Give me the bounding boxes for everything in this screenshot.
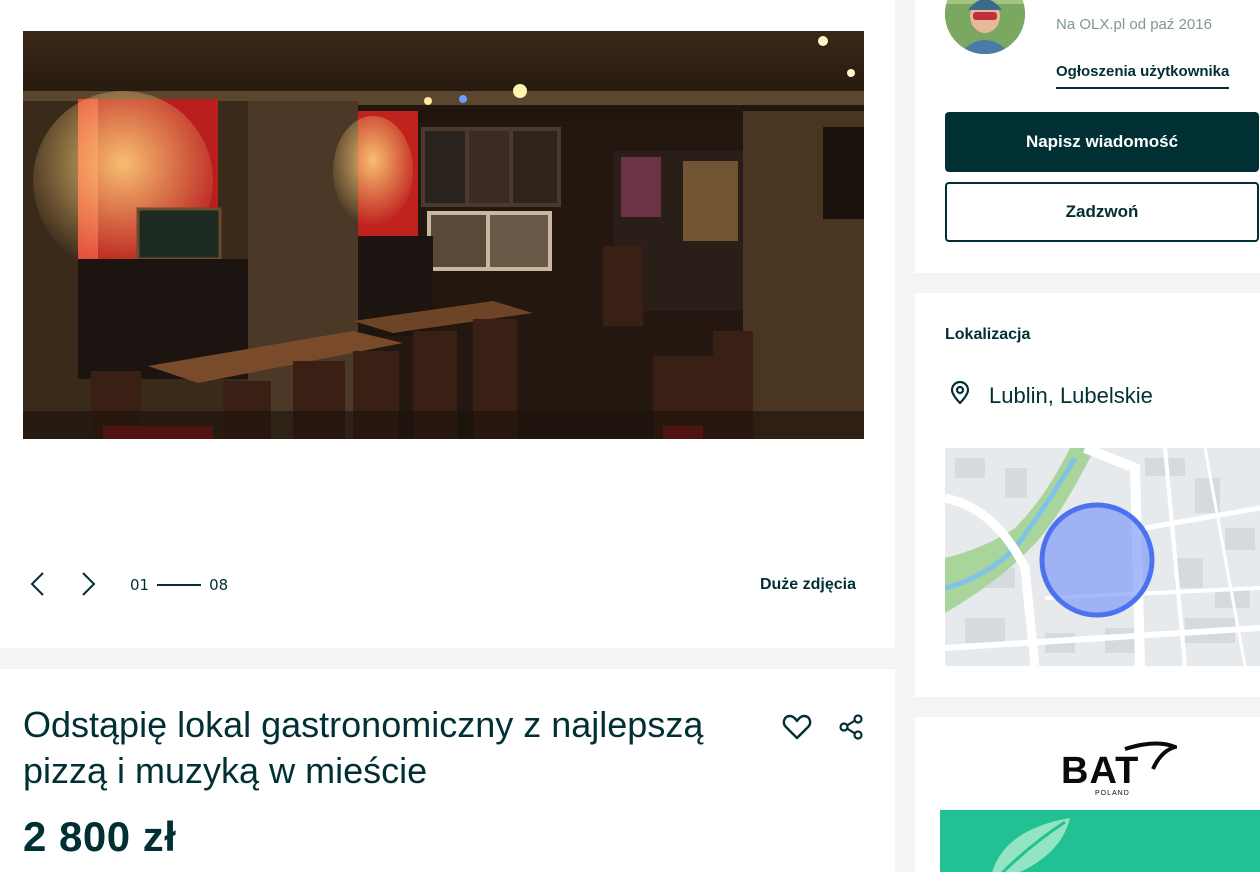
chevron-right-icon[interactable]	[76, 570, 100, 598]
seller-card: Na OLX.pl od paź 2016 Ogłoszenia użytkow…	[915, 0, 1260, 273]
chevron-left-icon[interactable]	[26, 570, 50, 598]
bat-logo: BAT POLAND	[1057, 739, 1181, 804]
location-map[interactable]	[945, 448, 1260, 666]
location-card: Lokalizacja Lublin, Lubelskie	[915, 293, 1260, 697]
location-heading: Lokalizacja	[945, 326, 1031, 343]
svg-text:POLAND: POLAND	[1095, 790, 1130, 797]
advertisement-card[interactable]: BAT POLAND	[915, 717, 1260, 872]
photo-counter: 01 08	[130, 576, 228, 594]
listing-title: Odstąpię lokal gastronomiczny z najlepsz…	[23, 704, 704, 791]
restaurant-interior-image	[23, 31, 864, 439]
photo-counter-current: 01	[130, 576, 150, 594]
map-pin-icon	[949, 380, 971, 410]
listing-actions	[781, 711, 867, 743]
call-button[interactable]: Zadzwoń	[945, 182, 1259, 242]
ad-banner[interactable]	[940, 810, 1260, 872]
member-since-text: Na OLX.pl od paź 2016	[1056, 16, 1212, 33]
photo-counter-divider	[157, 584, 202, 586]
big-photos-link[interactable]: Duże zdjęcia	[760, 576, 856, 594]
location-row: Lublin, Lubelskie	[949, 380, 1153, 410]
listing-photo[interactable]	[23, 31, 864, 439]
send-message-button[interactable]: Napisz wiadomość	[945, 112, 1259, 172]
photo-counter-total: 08	[209, 576, 229, 594]
gallery-navigation: 01 08 Duże zdjęcia	[26, 568, 862, 600]
gallery-card: 01 08 Duże zdjęcia	[0, 0, 895, 648]
share-icon[interactable]	[835, 711, 867, 743]
listing-price: 2 800 zł	[23, 813, 177, 860]
user-ads-link[interactable]: Ogłoszenia użytkownika	[1056, 63, 1230, 89]
location-text: Lublin, Lubelskie	[989, 382, 1153, 408]
svg-text:BAT: BAT	[1061, 750, 1139, 792]
heart-icon[interactable]	[781, 711, 813, 743]
listing-details-card: Odstąpię lokal gastronomiczny z najlepsz…	[0, 669, 895, 872]
seller-avatar[interactable]	[945, 0, 1025, 54]
